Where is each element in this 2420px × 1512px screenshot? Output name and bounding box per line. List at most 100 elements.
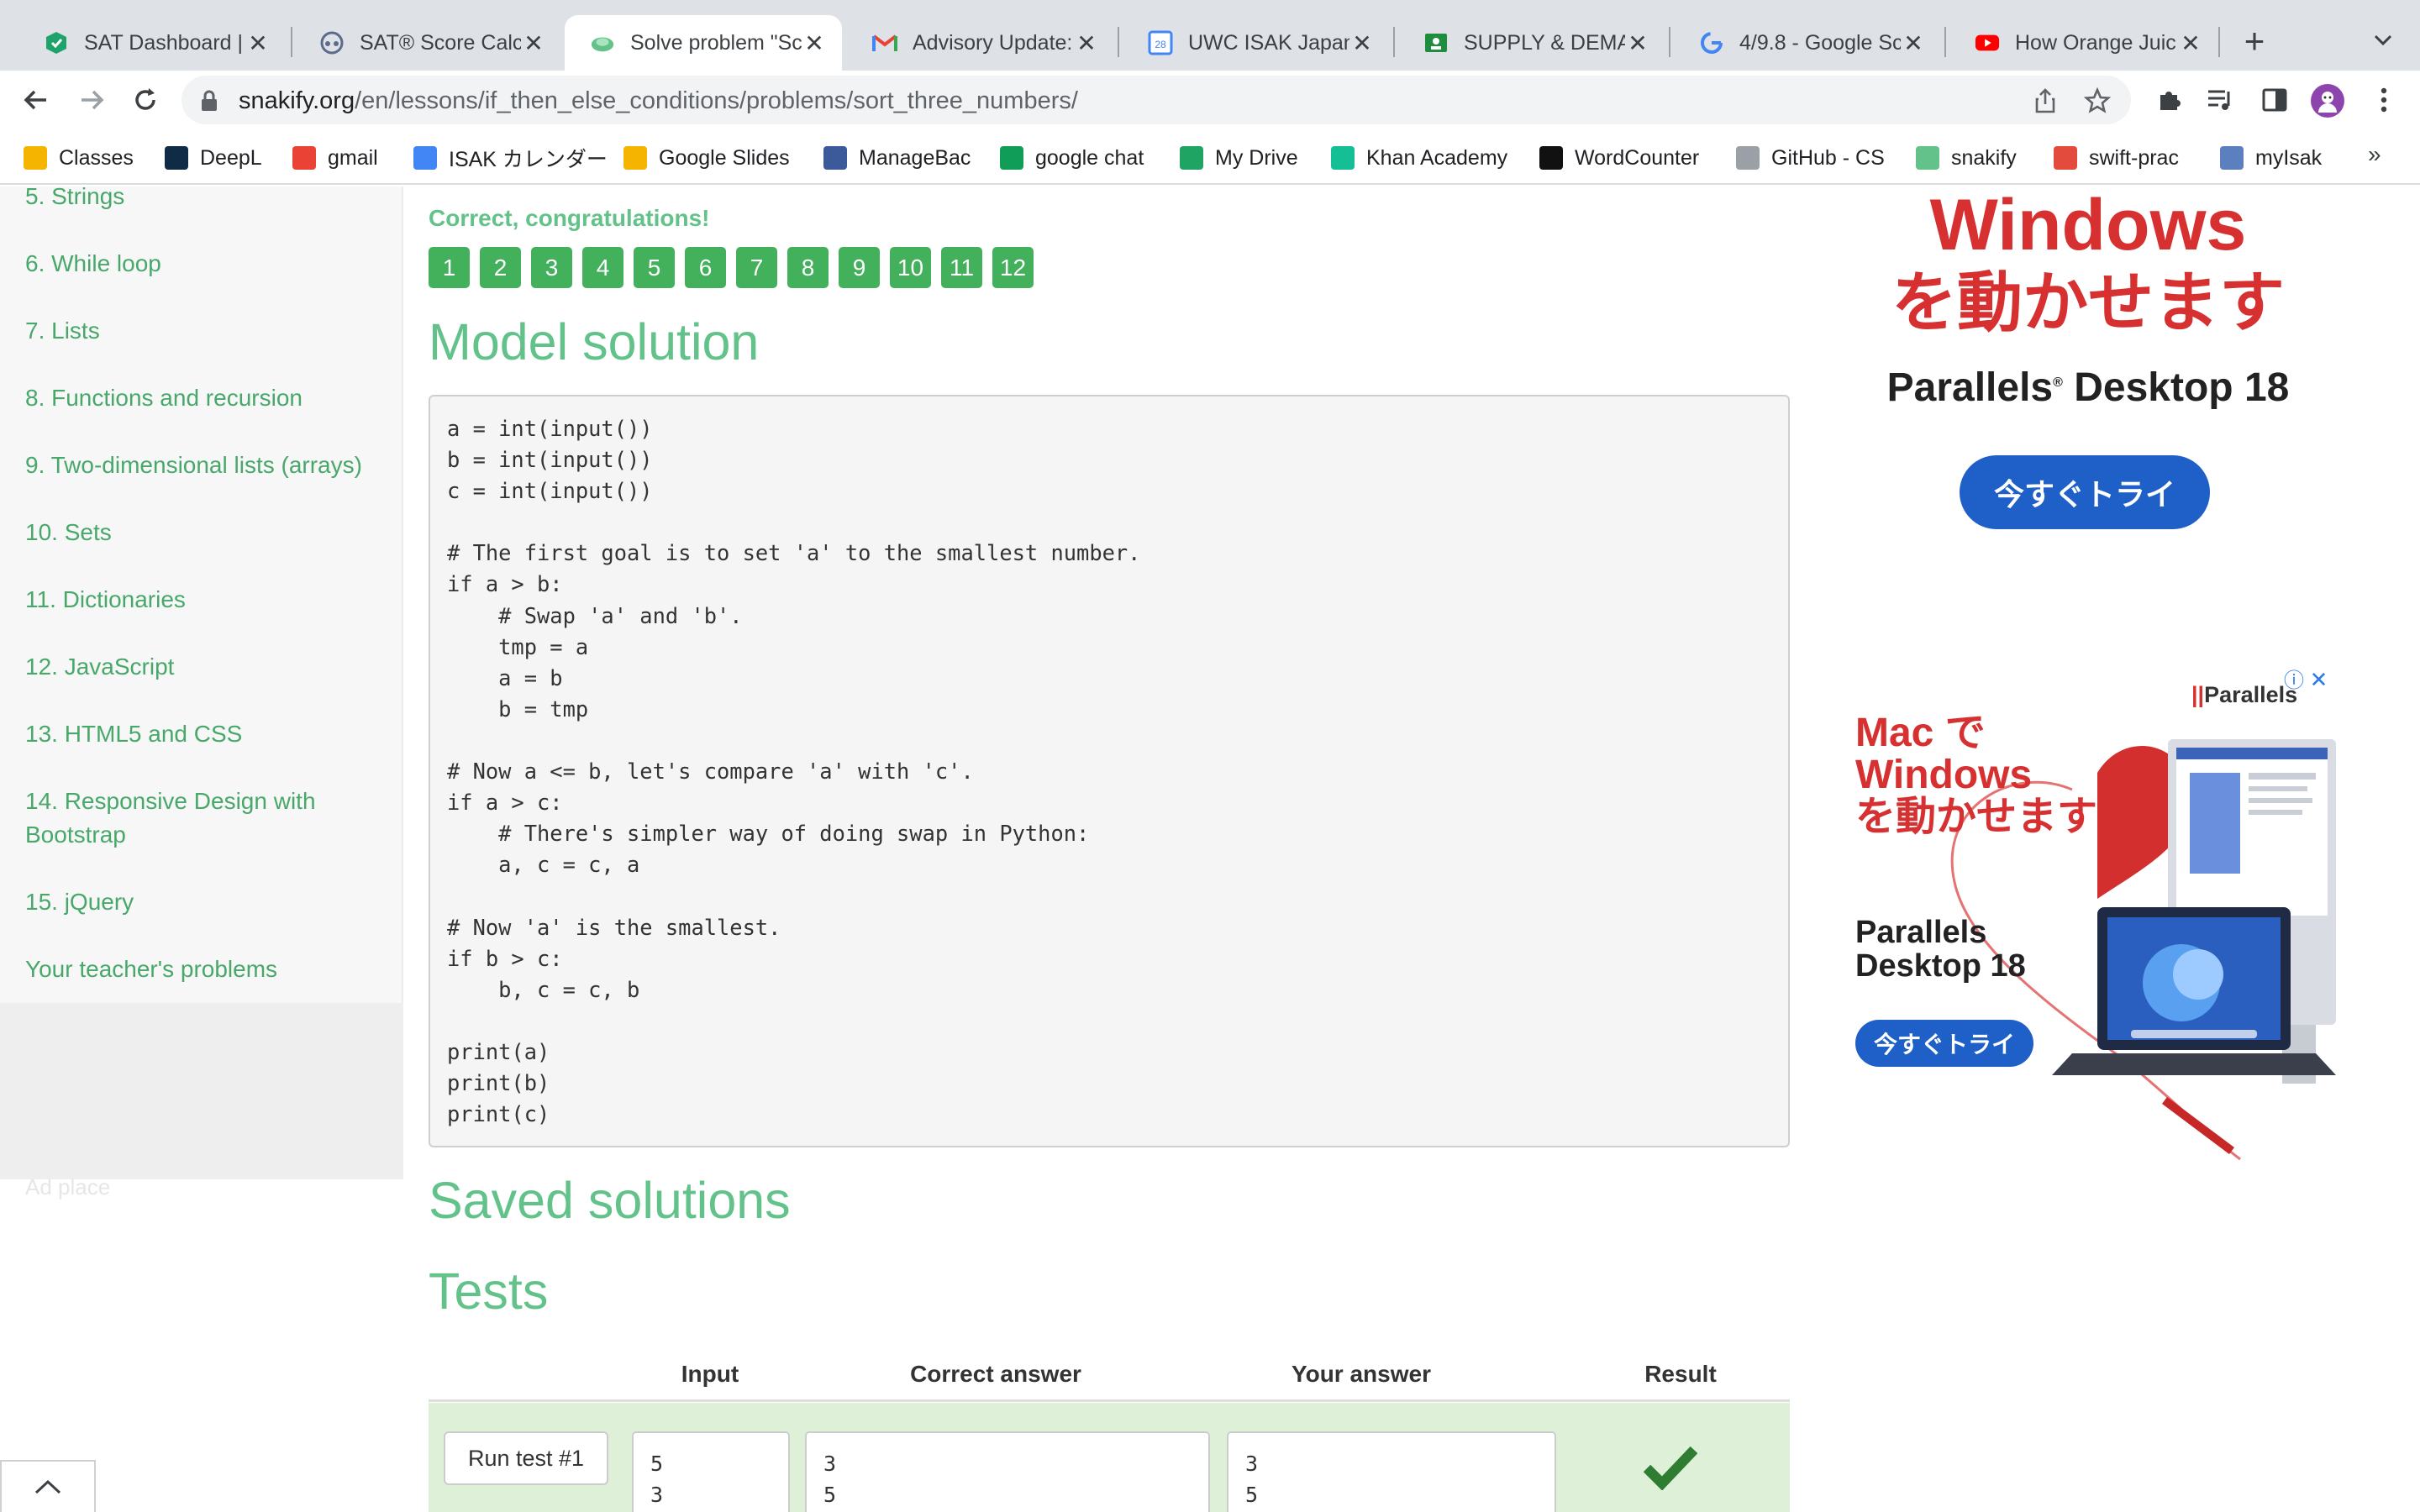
column-correct-answer: Correct answer xyxy=(910,1361,1081,1387)
bookmark-label: snakify xyxy=(1951,145,2017,170)
ad2-logo-text: Parallels xyxy=(2204,682,2298,707)
tab-title: How Orange Juic xyxy=(2015,30,2176,55)
bookmark-item[interactable]: Khan Academy xyxy=(1331,141,1507,175)
tab-supply-demand[interactable]: SUPPLY & DEMAI ✕ xyxy=(1398,15,1665,71)
forward-button[interactable] xyxy=(71,79,113,121)
bookmark-item[interactable]: GitHub - CS xyxy=(1736,141,1885,175)
close-icon[interactable]: ✕ xyxy=(2178,30,2203,56)
new-tab-button[interactable]: + xyxy=(2235,21,2274,60)
sidebar-item-javascript[interactable]: 12. JavaScript xyxy=(25,650,378,684)
close-icon[interactable]: ✕ xyxy=(1349,30,1375,56)
bookmark-item[interactable]: swift-prac xyxy=(2054,141,2179,175)
ad2-brand: Parallels Desktop 18 xyxy=(1855,915,2026,984)
ad1-try-button[interactable]: 今すぐトライ xyxy=(1960,455,2210,529)
bookmark-item[interactable]: google chat xyxy=(1000,141,1144,175)
bookmark-label: Khan Academy xyxy=(1366,145,1508,170)
congrats-message: Correct, congratulations! xyxy=(429,205,710,231)
ad2-logo: ||Parallels xyxy=(2191,682,2298,707)
test-badge[interactable]: 1 xyxy=(429,247,470,288)
tab-separator xyxy=(1944,27,1946,57)
ad1-brand[interactable]: Parallels® Desktop 18 xyxy=(1882,365,2294,411)
bookmarks-overflow-icon[interactable]: » xyxy=(2368,141,2381,168)
bookmark-label: GitHub - CS xyxy=(1771,145,1885,170)
ad2-try-button[interactable]: 今すぐトライ xyxy=(1855,1020,2033,1067)
sat-dashboard-icon xyxy=(44,30,69,55)
test-number-badges: 1 2 3 4 5 6 7 8 9 10 11 12 xyxy=(429,247,1034,288)
extensions-puzzle-icon[interactable] xyxy=(2151,82,2186,118)
slides-icon xyxy=(623,146,647,170)
test-badge[interactable]: 4 xyxy=(582,247,623,288)
bookmark-item[interactable]: My Drive xyxy=(1180,141,1298,175)
bookmark-item[interactable]: Google Slides xyxy=(623,141,790,175)
test-badge[interactable]: 7 xyxy=(736,247,777,288)
bookmark-item[interactable]: gmail xyxy=(292,141,378,175)
sidebar-item-while-loop[interactable]: 6. While loop xyxy=(25,247,378,281)
sidebar-item-bootstrap[interactable]: 14. Responsive Design with Bootstrap xyxy=(25,785,378,852)
sidebar-item-teacher-problems[interactable]: Your teacher's problems xyxy=(25,953,378,986)
sidebar-item-dictionaries[interactable]: 11. Dictionaries xyxy=(25,583,378,617)
profile-avatar[interactable] xyxy=(2311,84,2344,118)
tab-search-chevron-icon[interactable] xyxy=(2366,24,2400,57)
table-divider xyxy=(429,1399,1790,1402)
bookmark-item[interactable]: myIsak xyxy=(2220,141,2322,175)
tab-youtube[interactable]: How Orange Juic ✕ xyxy=(1949,15,2218,71)
test-badge[interactable]: 6 xyxy=(685,247,726,288)
bookmark-star-icon[interactable] xyxy=(2082,86,2112,116)
close-icon[interactable]: ✕ xyxy=(1625,30,1650,56)
close-icon[interactable]: ✕ xyxy=(802,30,827,56)
close-icon[interactable]: ✕ xyxy=(521,30,546,56)
address-bar[interactable]: snakify.org/en/lessons/if_then_else_cond… xyxy=(182,76,2131,124)
reload-button[interactable] xyxy=(124,79,166,121)
share-icon[interactable] xyxy=(2030,86,2060,116)
tab-solve-problem[interactable]: Solve problem "Sc ✕ xyxy=(565,15,842,71)
tab-sat-score[interactable]: SAT® Score Calcu ✕ xyxy=(294,15,561,71)
calendar-icon: 28 xyxy=(1148,30,1173,55)
media-queue-icon[interactable] xyxy=(2203,82,2238,118)
bookmark-item[interactable]: DeepL xyxy=(165,141,262,175)
sidebar-item-functions[interactable]: 8. Functions and recursion xyxy=(25,381,378,415)
test-badge[interactable]: 3 xyxy=(531,247,572,288)
ad2-headline: Mac で Windows を動かせます xyxy=(1855,711,2098,839)
sidebar-item-jquery[interactable]: 15. jQuery xyxy=(25,885,378,919)
run-test-button[interactable]: Run test #1 xyxy=(444,1431,608,1485)
forward-arrow-icon xyxy=(82,90,104,110)
back-arrow-icon xyxy=(24,90,46,110)
url-text: snakify.org/en/lessons/if_then_else_cond… xyxy=(239,87,1078,115)
tab-uwc-isak[interactable]: 28 UWC ISAK Japan ✕ xyxy=(1123,15,1390,71)
close-icon[interactable]: ✕ xyxy=(245,30,271,56)
tab-title: 4/9.8 - Google Sc xyxy=(1739,30,1901,55)
snakify-icon xyxy=(590,30,615,55)
sidebar-ad-area xyxy=(0,1003,403,1179)
test-badge[interactable]: 11 xyxy=(941,247,982,288)
scroll-to-top-button[interactable] xyxy=(0,1460,96,1512)
bookmark-item[interactable]: ManageBac xyxy=(823,141,971,175)
sidebar-item-html-css[interactable]: 13. HTML5 and CSS xyxy=(25,717,378,751)
test-input-cell: 5 3 xyxy=(632,1431,790,1512)
close-icon[interactable]: ✕ xyxy=(1074,30,1099,56)
tab-advisory-update[interactable]: Advisory Update: ✕ xyxy=(847,15,1114,71)
bookmark-label: Classes xyxy=(59,145,134,170)
back-button[interactable] xyxy=(15,79,57,121)
sidebar-item-lists[interactable]: 7. Lists xyxy=(25,314,378,348)
test-badge[interactable]: 2 xyxy=(480,247,521,288)
bookmark-item[interactable]: Classes xyxy=(24,141,134,175)
test-badge[interactable]: 9 xyxy=(839,247,880,288)
browser-menu-icon[interactable] xyxy=(2366,82,2402,118)
bookmark-item[interactable]: WordCounter xyxy=(1539,141,1699,175)
test-badge[interactable]: 5 xyxy=(634,247,675,288)
tab-google-search[interactable]: 4/9.8 - Google Sc ✕ xyxy=(1674,15,1941,71)
sidebar-item-2d-lists[interactable]: 9. Two-dimensional lists (arrays) xyxy=(25,449,378,482)
tab-sat-dashboard[interactable]: SAT Dashboard | I ✕ xyxy=(18,15,286,71)
sidebar-item-sets[interactable]: 10. Sets xyxy=(25,516,378,549)
test-badge[interactable]: 12 xyxy=(992,247,1034,288)
test-badge[interactable]: 10 xyxy=(890,247,931,288)
sidebar-item-strings[interactable]: 5. Strings xyxy=(25,186,378,213)
ad1-headline[interactable]: Windows を動かせます xyxy=(1882,186,2294,341)
bookmark-item[interactable]: snakify xyxy=(1916,141,2017,175)
test-badge[interactable]: 8 xyxy=(787,247,829,288)
close-icon[interactable]: ✕ xyxy=(1901,30,1926,56)
url-host: snakify.org xyxy=(239,87,355,114)
side-panel-icon[interactable] xyxy=(2257,82,2292,118)
bookmark-item[interactable]: ISAK カレンダー xyxy=(413,141,608,175)
parallels-ad[interactable]: ⓘ ✕ ||Parallels Mac で Windows を動かせます Par… xyxy=(1845,664,2336,1268)
